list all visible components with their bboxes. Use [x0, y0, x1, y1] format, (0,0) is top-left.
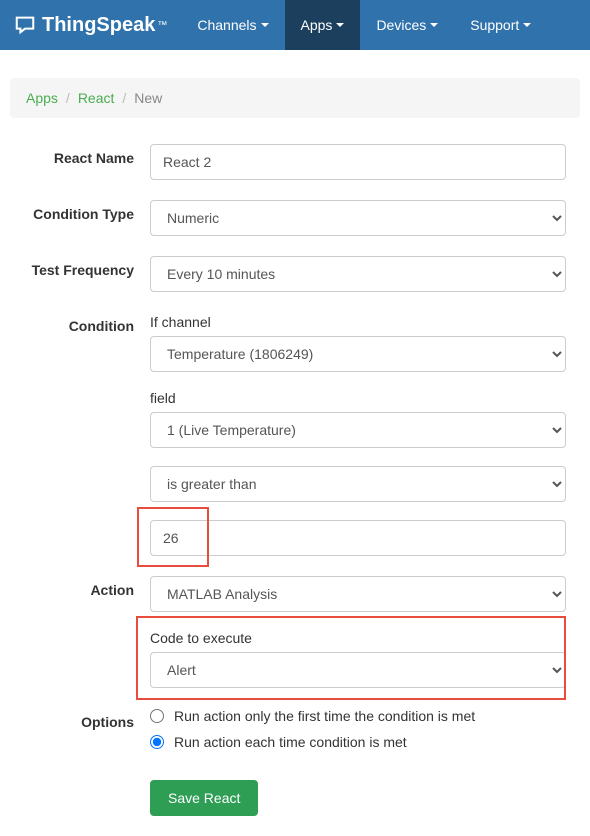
- test-frequency-select[interactable]: Every 10 minutes: [150, 256, 566, 292]
- condition-type-select[interactable]: Numeric: [150, 200, 566, 236]
- label-options: Options: [10, 708, 150, 760]
- nav-item-apps[interactable]: Apps: [285, 0, 361, 50]
- brand[interactable]: ThingSpeak™: [0, 0, 181, 50]
- breadcrumb-link-apps[interactable]: Apps: [26, 90, 58, 106]
- caret-icon: [336, 23, 344, 27]
- option-each-time-radio[interactable]: [150, 735, 164, 749]
- nav-label: Apps: [301, 17, 333, 33]
- condition-operator-select[interactable]: is greater than: [150, 466, 566, 502]
- label-action: Action: [10, 576, 150, 688]
- nav-item-devices[interactable]: Devices: [360, 0, 454, 50]
- condition-channel-select[interactable]: Temperature (1806249): [150, 336, 566, 372]
- nav-label: Devices: [376, 17, 426, 33]
- option-first-time-label: Run action only the first time the condi…: [174, 708, 475, 724]
- action-select[interactable]: MATLAB Analysis: [150, 576, 566, 612]
- condition-field-select[interactable]: 1 (Live Temperature): [150, 412, 566, 448]
- save-react-button[interactable]: Save React: [150, 780, 258, 816]
- caret-icon: [261, 23, 269, 27]
- sub-label-field: field: [150, 390, 566, 406]
- navbar: ThingSpeak™ Channels Apps Devices Suppor…: [0, 0, 590, 50]
- brand-text: ThingSpeak: [42, 14, 155, 37]
- code-select[interactable]: Alert: [150, 652, 566, 688]
- breadcrumb-link-react[interactable]: React: [78, 90, 115, 106]
- sub-label-if-channel: If channel: [150, 314, 566, 330]
- label-condition-type: Condition Type: [10, 200, 150, 236]
- nav-label: Support: [470, 17, 519, 33]
- nav-item-channels[interactable]: Channels: [181, 0, 284, 50]
- label-condition: Condition: [10, 312, 150, 556]
- option-each-time-label: Run action each time condition is met: [174, 734, 407, 750]
- nav-label: Channels: [197, 17, 256, 33]
- breadcrumb: Apps / React / New: [10, 78, 580, 118]
- sub-label-code: Code to execute: [150, 630, 566, 646]
- option-first-time-radio[interactable]: [150, 709, 164, 723]
- brand-tm: ™: [157, 20, 167, 31]
- nav-item-support[interactable]: Support: [454, 0, 547, 50]
- caret-icon: [523, 23, 531, 27]
- label-react-name: React Name: [10, 144, 150, 180]
- label-test-frequency: Test Frequency: [10, 256, 150, 292]
- breadcrumb-sep: /: [122, 90, 126, 106]
- breadcrumb-current: New: [134, 90, 162, 106]
- breadcrumb-sep: /: [66, 90, 70, 106]
- caret-icon: [430, 23, 438, 27]
- condition-value-input[interactable]: [150, 520, 566, 556]
- logo-icon: [14, 14, 36, 36]
- react-name-input[interactable]: [150, 144, 566, 180]
